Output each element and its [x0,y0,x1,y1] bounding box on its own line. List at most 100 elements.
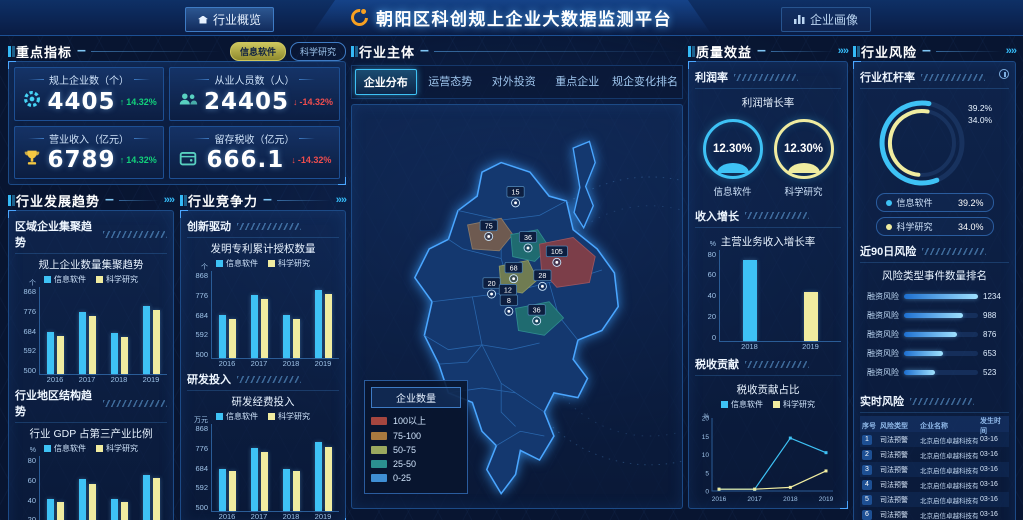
data-point [825,469,828,472]
industry-main-tabs: 企业分布运营态势对外投资重点企业规企变化排名 [351,65,683,99]
bar [219,315,226,358]
more-arrow-icon[interactable]: »» [1006,45,1016,57]
panel-line [119,200,159,201]
bar [47,332,54,374]
info-icon[interactable] [999,69,1009,79]
hbar-row: 融资风险876 [862,329,1007,340]
bar-group [315,442,332,511]
row-index-badge: 3 [862,465,872,475]
x-tick: 2018 [275,359,307,368]
x-tick: 2017 [747,496,762,503]
more-arrow-icon[interactable]: »» [838,45,848,57]
bar [743,260,757,341]
bar [143,475,150,520]
bar [293,319,300,358]
panel-line [936,51,1001,52]
kpi-delta: ↓-14.32% [291,155,331,165]
hbar-row: 融资风险988 [862,310,1007,321]
map-legend-items: 100以上75-10050-7525-500-25 [371,414,461,483]
leverage-arc-svg: 39.2%34.0% [860,89,1010,191]
tab-0[interactable]: 企业分布 [355,69,417,95]
legend-item: 科学研究 [773,399,815,410]
hatch-decoration [921,74,985,81]
tab-2[interactable]: 对外投资 [484,69,544,95]
arrow-down-icon: ↓ [291,155,296,165]
hbar-label: 融资风险 [862,348,899,359]
more-arrow-icon[interactable]: »» [336,194,346,206]
legend-label: 50-75 [393,445,416,455]
bar-group [79,479,96,520]
filter-tag-0[interactable]: 信息软件 [230,42,286,61]
kpi-tags: 信息软件科学研究 [226,42,346,61]
legend-label: 25-50 [393,459,416,469]
chart-title: 行业 GDP 占第三产业比例 [15,426,167,441]
y-tick: 684 [23,327,36,336]
arrow-up-icon: ↑ [120,97,125,107]
hbar-row: 融资风险1234 [862,291,1007,302]
legend-dot [886,224,892,230]
filter-tag-1[interactable]: 科学研究 [290,42,346,61]
legend-item: 科学研究 [96,274,138,285]
bar-chart: 规上企业数量集聚趋势信息软件科学研究个868776684592500201620… [15,254,167,384]
dashboard-body: 重点指标 – 信息软件科学研究 规上企业数（个）4405↑14.32%从业人员数… [0,36,1023,515]
hbar-label: 融资风险 [862,329,899,340]
chart-section: 创新驱动发明专利累计授权数量信息软件科学研究个86877668459250020… [187,215,339,368]
panel-accent-icon [180,195,183,206]
tab-1[interactable]: 运营态势 [421,69,481,95]
x-tick: 2019 [135,375,167,384]
table-row[interactable]: 4司法预警北京启信卓越科技有限公司03-16 [860,477,1009,492]
panel-line [91,51,221,52]
gauge-label: 信息软件 [703,184,763,198]
x-tick: 2017 [243,512,275,520]
bar [57,336,64,374]
tab-4[interactable]: 规企变化排名 [611,69,679,95]
legend-swatch [216,260,223,267]
bar [121,337,128,374]
section-title-text: 行业杠杆率 [860,69,915,85]
hatch-decoration [745,212,809,219]
kpi-delta-value: 14.32% [126,97,157,107]
risk-card: 行业杠杆率39.2%34.0%信息软件39.2%科学研究34.0%近90日风险风… [853,61,1016,520]
x-tick: 2019 [307,359,339,368]
chart-title: 研发经费投入 [187,394,339,409]
panel-dash: – [105,191,114,209]
x-tick: 2018 [103,375,135,384]
x-tick: 2016 [39,375,71,384]
bar [804,292,818,340]
column-header: 序号 [862,421,878,431]
panel-title: 行业风险 [861,42,917,61]
hatch-decoration [103,400,167,407]
x-axis: 2016201720182019 [211,512,339,520]
nav-enterprise-portrait[interactable]: 企业画像 [781,7,871,32]
kpi-card: 留存税收（亿元）666.1↓-14.32% [169,126,340,180]
y-tick: 20 [28,515,36,520]
y-axis: 个868776684592500 [15,287,39,375]
line-series [719,471,826,489]
hbar-fill [904,370,935,375]
y-axis-unit: % [30,447,36,454]
legend-swatch [371,474,387,482]
nav-industry-overview[interactable]: 行业概览 [185,7,274,32]
marker-pin-dot [490,293,493,296]
legend-swatch [96,445,103,452]
table-row[interactable]: 3司法预警北京启信卓越科技有限公司03-16 [860,462,1009,477]
legend-item: 信息软件 [721,399,763,410]
table-row[interactable]: 2司法预警北京启信卓越科技有限公司03-16 [860,447,1009,462]
legend-label: 信息软件 [226,411,258,422]
more-arrow-icon[interactable]: »» [164,194,174,206]
legend-item: 信息软件 [216,258,258,269]
arrow-up-icon: ↑ [120,155,125,165]
quality-column: 质量效益 – »» 利润率利润增长率12.30%信息软件12.30%科学研究收入… [688,41,848,509]
marker-value: 68 [510,264,518,273]
y-axis-unit: 万元 [194,415,208,425]
line-series [719,438,826,489]
chart-legend: 信息软件科学研究 [187,258,339,269]
table-row[interactable]: 6司法预警北京启信卓越科技有限公司03-16 [860,507,1009,520]
row-index-badge: 4 [862,480,872,490]
panel-dash: – [77,42,86,60]
section-title-text: 区域企业集聚趋势 [15,218,97,250]
tab-3[interactable]: 重点企业 [548,69,608,95]
bar [219,469,226,511]
hbar-row: 融资风险653 [862,348,1007,359]
table-row[interactable]: 5司法预警北京启信卓越科技有限公司03-16 [860,492,1009,507]
